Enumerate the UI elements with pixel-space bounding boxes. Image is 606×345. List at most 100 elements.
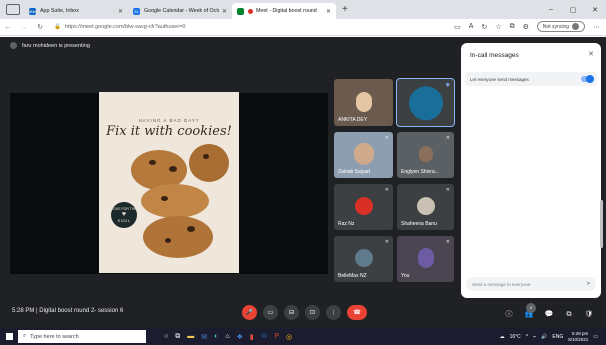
presentation-slide: HAVING A BAD DAY? Fix it with cookies! L…: [99, 92, 239, 273]
system-tray: ☁ 16°C ^ ⌁ 🔊 ENG 5:28 pm 8/10/2021 ▭: [500, 328, 598, 345]
meeting-info: 5:28 PM | Digital boost round 2- session…: [12, 308, 123, 314]
present-button[interactable]: ⊡: [305, 305, 320, 320]
volume-icon[interactable]: 🔊: [541, 334, 547, 340]
presenter-avatar: [10, 42, 17, 49]
start-button[interactable]: [0, 328, 18, 345]
ibm-favicon-icon: IBM: [28, 7, 37, 15]
browser-toolbar: ▭ A ↻ ☆ ⧉ ⚙ Not syncing ⋯: [454, 21, 600, 32]
people-icon[interactable]: 👥 8: [524, 303, 536, 320]
participant-tile[interactable]: ✕ Raz Nz: [334, 184, 393, 230]
end-call-button[interactable]: ☎: [347, 305, 367, 320]
close-tab-icon[interactable]: ✕: [222, 8, 227, 15]
taskbar-apps: ○ ⧉ ▬ ✉ ◐ ⌂ ❖ ▮ W P ◎: [164, 333, 292, 341]
meeting-title: Digital boost round 2- session 6: [39, 308, 124, 314]
search-placeholder: Type here to search: [30, 333, 79, 340]
mic-off-icon: ✕: [445, 239, 450, 245]
read-aloud-icon[interactable]: A: [469, 23, 474, 30]
participant-name: You: [401, 273, 410, 279]
allow-messages-toggle[interactable]: [581, 75, 594, 83]
maximize-button[interactable]: ▢: [562, 6, 584, 14]
camera-toggle-button[interactable]: ▭: [263, 305, 278, 320]
tab-meet[interactable]: Meet - Digital boost round ✕: [232, 3, 336, 19]
mic-off-icon: ✕: [384, 239, 389, 245]
file-explorer-icon[interactable]: ▬: [187, 333, 194, 341]
participant-name: Englyen Shivra...: [401, 169, 439, 175]
store-icon[interactable]: ⌂: [225, 333, 229, 341]
language-indicator[interactable]: ENG: [552, 334, 563, 340]
participant-tile[interactable]: ✕ Englyen Shivra...: [397, 132, 454, 178]
send-icon[interactable]: ➤: [586, 280, 591, 287]
browser-tab-bar: IBM App Suite, Inbox ✕ 31 Google Calenda…: [0, 0, 606, 19]
extensions-icon[interactable]: ⚙: [523, 23, 529, 31]
close-tab-icon[interactable]: ✕: [118, 8, 123, 15]
participant-tile[interactable]: ✕ You: [397, 236, 454, 282]
mail-icon[interactable]: ✉: [201, 333, 207, 341]
minimize-button[interactable]: –: [540, 6, 562, 13]
activities-icon[interactable]: ⧉: [564, 310, 574, 320]
window-controls: – ▢ ✕: [540, 0, 606, 19]
collections-icon[interactable]: ⧉: [510, 23, 515, 31]
participant-tile[interactable]: ◉: [396, 78, 455, 127]
word-icon[interactable]: W: [261, 333, 268, 341]
participant-tile[interactable]: ANKITA DEY: [334, 79, 393, 126]
side-controls: ⓘ 👥 8 💬 ⧉ 🛡: [504, 303, 594, 320]
participant-tile[interactable]: ✕ Shaheena Banu: [397, 184, 454, 230]
tab-google-calendar[interactable]: 31 Google Calendar - Week of Octo ✕: [128, 3, 232, 19]
app-icon[interactable]: ▮: [250, 333, 254, 341]
camera-permission-icon[interactable]: ▭: [454, 23, 461, 31]
forward-icon[interactable]: →: [16, 24, 32, 31]
clock-date: 8/10/2021: [568, 336, 589, 342]
clock[interactable]: 5:28 pm 8/10/2021: [568, 331, 588, 342]
host-controls-icon[interactable]: 🛡: [584, 310, 594, 320]
mic-toggle-button[interactable]: 🎤: [242, 305, 257, 320]
new-tab-button[interactable]: +: [342, 4, 348, 15]
tray-chevron-icon[interactable]: ^: [526, 334, 528, 340]
tab-title: Meet - Digital boost round: [256, 8, 317, 14]
close-window-button[interactable]: ✕: [584, 6, 606, 14]
info-icon[interactable]: ⓘ: [504, 310, 514, 320]
powerpoint-icon[interactable]: P: [274, 333, 279, 341]
mic-off-icon: ✕: [445, 135, 450, 141]
participant-video: [418, 146, 433, 163]
more-options-icon[interactable]: ⋯: [593, 23, 600, 31]
chat-icon[interactable]: 💬: [544, 310, 554, 320]
favorites-icon[interactable]: ☆: [495, 23, 501, 31]
call-controls: 🎤 ▭ ⊟ ⊡ ⋮ ☎: [242, 305, 367, 320]
participant-video: [417, 248, 434, 268]
logo-bottom-text: SOUL: [117, 218, 131, 223]
dropbox-icon[interactable]: ❖: [237, 333, 243, 341]
cortana-icon[interactable]: ○: [164, 333, 168, 341]
tab-app-suite[interactable]: IBM App Suite, Inbox ✕: [24, 3, 128, 19]
reload-icon[interactable]: ↻: [32, 23, 48, 31]
address-bar: ← → ↻ 🔒 https://meet.google.com/blw-savg…: [0, 19, 606, 36]
profile-sync-button[interactable]: Not syncing: [536, 21, 585, 32]
edge-icon[interactable]: ◐: [214, 333, 218, 341]
participant-tile[interactable]: ✕ Zainab Saiyad: [334, 132, 393, 178]
taskbar-search[interactable]: ⌕ Type here to search: [18, 330, 146, 343]
participant-name: ANKITA DEY: [338, 117, 368, 123]
chrome-icon[interactable]: ◎: [286, 333, 292, 341]
mic-off-icon: ✕: [384, 187, 389, 193]
captions-button[interactable]: ⊟: [284, 305, 299, 320]
windows-taskbar: ⌕ Type here to search ○ ⧉ ▬ ✉ ◐ ⌂ ❖ ▮ W …: [0, 328, 606, 345]
participant-avatar: [354, 249, 373, 268]
refresh-icon[interactable]: ↻: [481, 23, 487, 31]
participant-tile[interactable]: ✕ BelleMax NZ: [334, 236, 393, 282]
choc-chip: [149, 160, 156, 165]
back-icon[interactable]: ←: [0, 24, 16, 31]
participant-video: [353, 142, 374, 165]
network-icon[interactable]: ⌁: [533, 334, 536, 340]
message-input[interactable]: Send a message to everyone ➤: [466, 277, 596, 291]
close-panel-button[interactable]: ✕: [588, 50, 594, 58]
task-view-icon[interactable]: ⧉: [175, 333, 180, 341]
participant-name: BelleMax NZ: [338, 273, 367, 279]
more-options-button[interactable]: ⋮: [326, 305, 341, 320]
notifications-icon[interactable]: ▭: [593, 334, 598, 340]
close-tab-icon[interactable]: ✕: [326, 8, 331, 15]
url-field[interactable]: 🔒 https://meet.google.com/blw-savg-cfr?a…: [54, 24, 185, 30]
windows-icon: [5, 333, 13, 340]
window-menu-icon[interactable]: [6, 4, 20, 15]
mic-off-icon: ✕: [445, 187, 450, 193]
scrollbar[interactable]: [600, 200, 603, 248]
avatar: [572, 23, 579, 30]
